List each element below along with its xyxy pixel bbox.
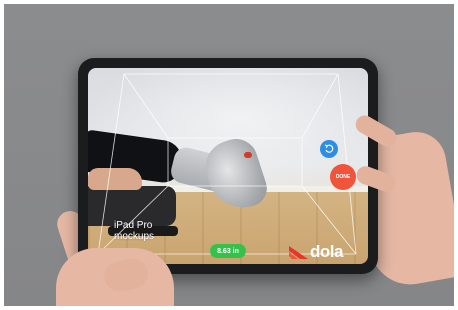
done-button[interactable]: DONE	[330, 164, 356, 190]
dola-logo: dola	[288, 242, 364, 262]
undo-icon	[324, 144, 334, 153]
ar-camera-view[interactable]: iPad Pro mockups 8.63 in DONE dola	[88, 68, 368, 264]
logo-text: dola	[310, 242, 343, 261]
dola-logo-icon	[289, 246, 308, 259]
watermark-line-1: iPad Pro	[114, 220, 153, 231]
undo-button[interactable]	[320, 140, 338, 158]
watermark-text: iPad Pro mockups	[114, 220, 154, 242]
watermark-line-2: mockups	[114, 231, 155, 242]
done-label: DONE	[335, 174, 351, 180]
ipad-device: iPad Pro mockups 8.63 in DONE dola	[78, 58, 378, 274]
measurement-value: 8.63 in	[217, 247, 239, 255]
measurement-pill: 8.63 in	[210, 244, 246, 258]
photo-background: iPad Pro mockups 8.63 in DONE dola	[4, 4, 454, 306]
